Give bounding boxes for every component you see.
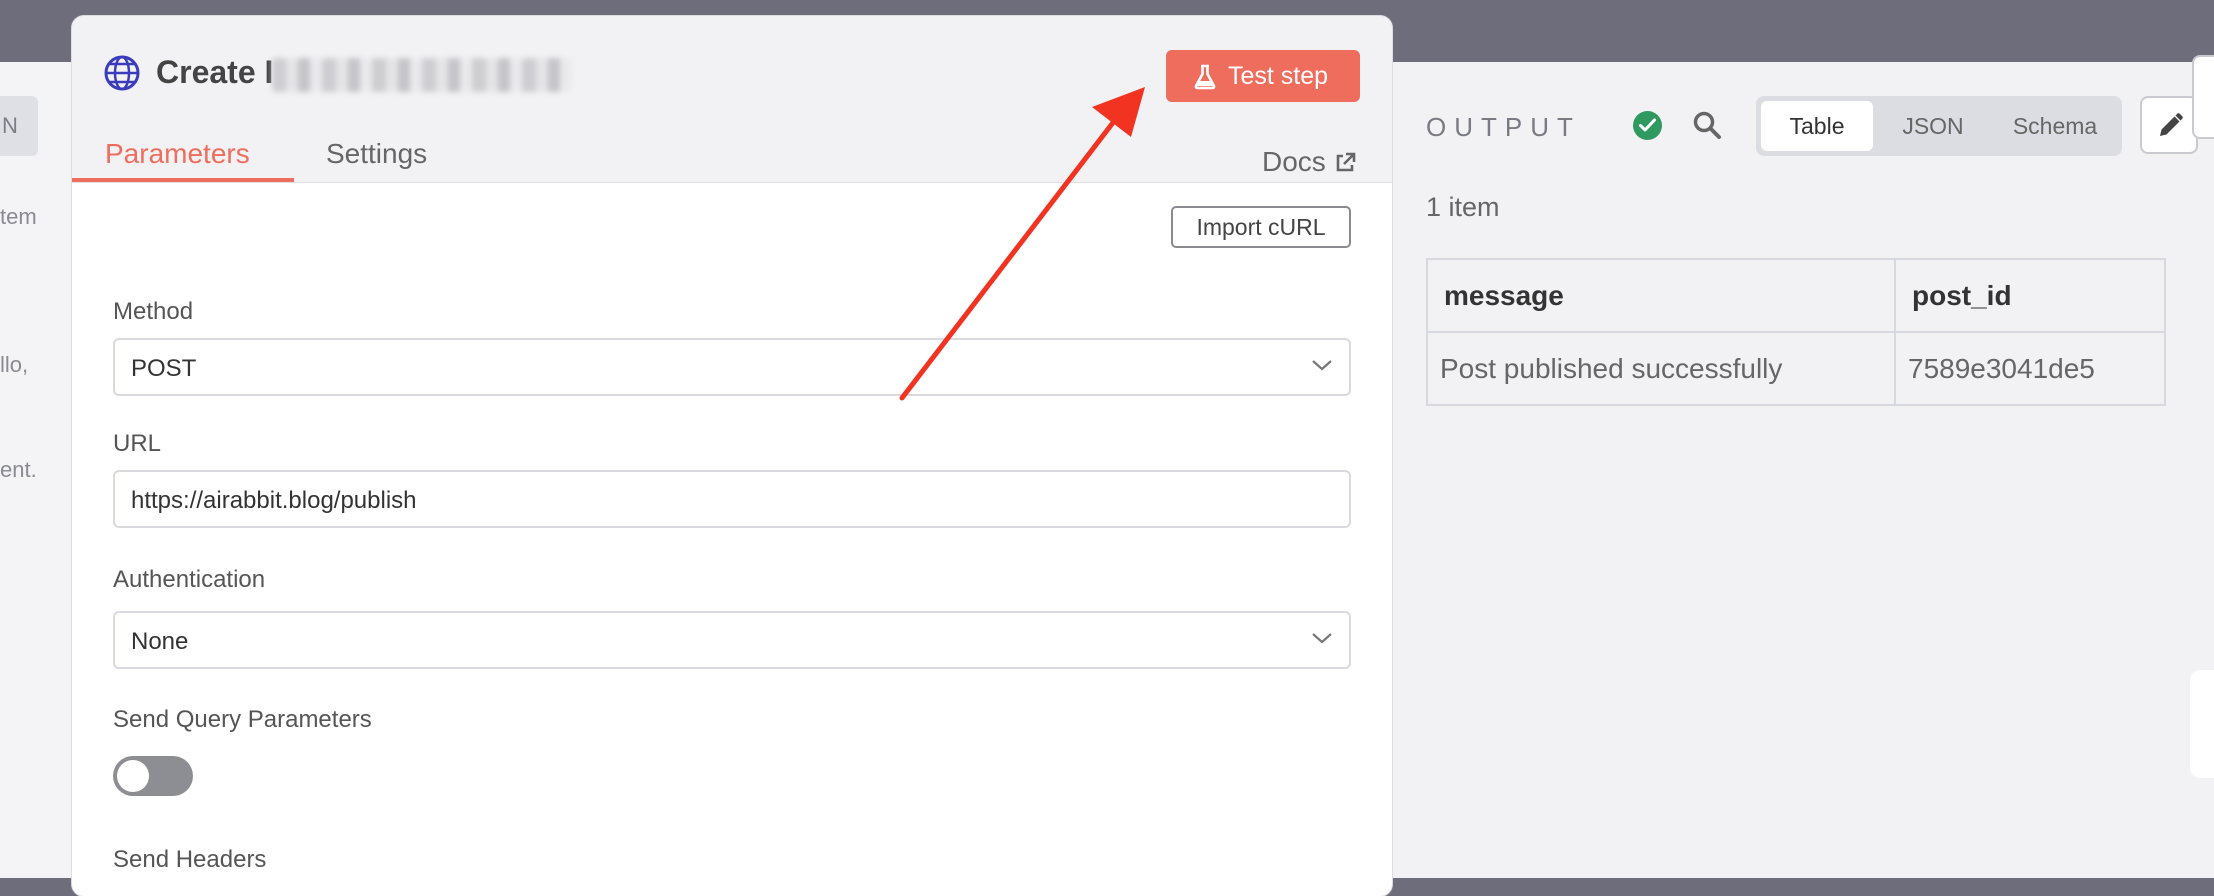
url-input[interactable]: https://airabbit.blog/publish: [113, 470, 1351, 528]
node-title-redacted: [272, 58, 572, 92]
view-option-schema[interactable]: Schema: [1993, 101, 2117, 151]
output-title: OUTPUT: [1426, 112, 1581, 142]
column-header-post-id: post_id: [1894, 258, 2166, 333]
search-icon[interactable]: [1692, 110, 1722, 145]
panel-resize-handle[interactable]: [2190, 670, 2214, 778]
url-label: URL: [113, 430, 162, 457]
toggle-knob: [117, 760, 149, 792]
table-cell-post-id: 7589e3041de5: [1894, 331, 2166, 406]
left-panel-button[interactable]: N: [0, 96, 38, 156]
authentication-select[interactable]: None: [113, 611, 1351, 669]
output-panel: OUTPUT Table JSON Schema 1 item message …: [1380, 62, 2214, 878]
test-step-label: Test step: [1228, 62, 1329, 90]
send-headers-label: Send Headers: [113, 846, 267, 873]
table-header-row: message post_id: [1426, 258, 2166, 333]
edit-output-button[interactable]: [2140, 96, 2198, 154]
panel-scrollbar[interactable]: [2192, 55, 2214, 139]
flask-icon: [1194, 64, 1216, 90]
tab-settings[interactable]: Settings: [326, 138, 427, 170]
authentication-label: Authentication: [113, 566, 266, 593]
node-tabs: Parameters Settings Docs: [72, 126, 1392, 182]
output-view-toggle: Table JSON Schema: [1756, 96, 2122, 156]
parameters-form: Import cURL Method POST URL https://aira…: [72, 182, 1392, 896]
output-header: OUTPUT Table JSON Schema: [1426, 96, 2214, 156]
view-option-json[interactable]: JSON: [1881, 101, 1985, 151]
left-panel-text-fragment: llo,: [0, 352, 29, 377]
column-header-message: message: [1426, 258, 1896, 333]
table-row: Post published successfully 7589e3041de5: [1426, 331, 2166, 406]
check-circle-icon: [1633, 111, 1662, 140]
import-curl-button[interactable]: Import cURL: [1171, 206, 1351, 248]
method-label: Method: [113, 298, 194, 325]
external-link-icon: [1336, 152, 1356, 172]
url-value: https://airabbit.blog/publish: [131, 487, 417, 514]
docs-link[interactable]: Docs: [1262, 146, 1356, 178]
view-option-table[interactable]: Table: [1761, 101, 1873, 151]
method-select[interactable]: POST: [113, 338, 1351, 396]
modal-header: Create I Test step Parameters Settings D…: [72, 16, 1392, 183]
send-query-parameters-toggle[interactable]: [113, 756, 193, 796]
docs-label: Docs: [1262, 146, 1326, 177]
output-table: message post_id Post published successfu…: [1426, 258, 2166, 406]
tab-parameters[interactable]: Parameters: [105, 138, 250, 170]
test-step-button[interactable]: Test step: [1166, 50, 1360, 102]
method-value: POST: [131, 355, 197, 382]
item-count: 1 item: [1426, 192, 1500, 222]
pencil-icon: [2160, 113, 2183, 136]
node-settings-modal: Create I Test step Parameters Settings D…: [72, 16, 1392, 896]
table-cell-message: Post published successfully: [1426, 331, 1896, 406]
node-title[interactable]: Create I: [156, 54, 273, 91]
chevron-down-icon: [1312, 633, 1332, 644]
globe-icon: [104, 55, 140, 91]
left-panel-text-fragment: ent.: [0, 457, 37, 482]
left-panel-text-fragment: tem: [0, 204, 37, 229]
chevron-down-icon: [1312, 360, 1332, 371]
send-query-parameters-label: Send Query Parameters: [113, 706, 372, 733]
authentication-value: None: [131, 628, 189, 655]
